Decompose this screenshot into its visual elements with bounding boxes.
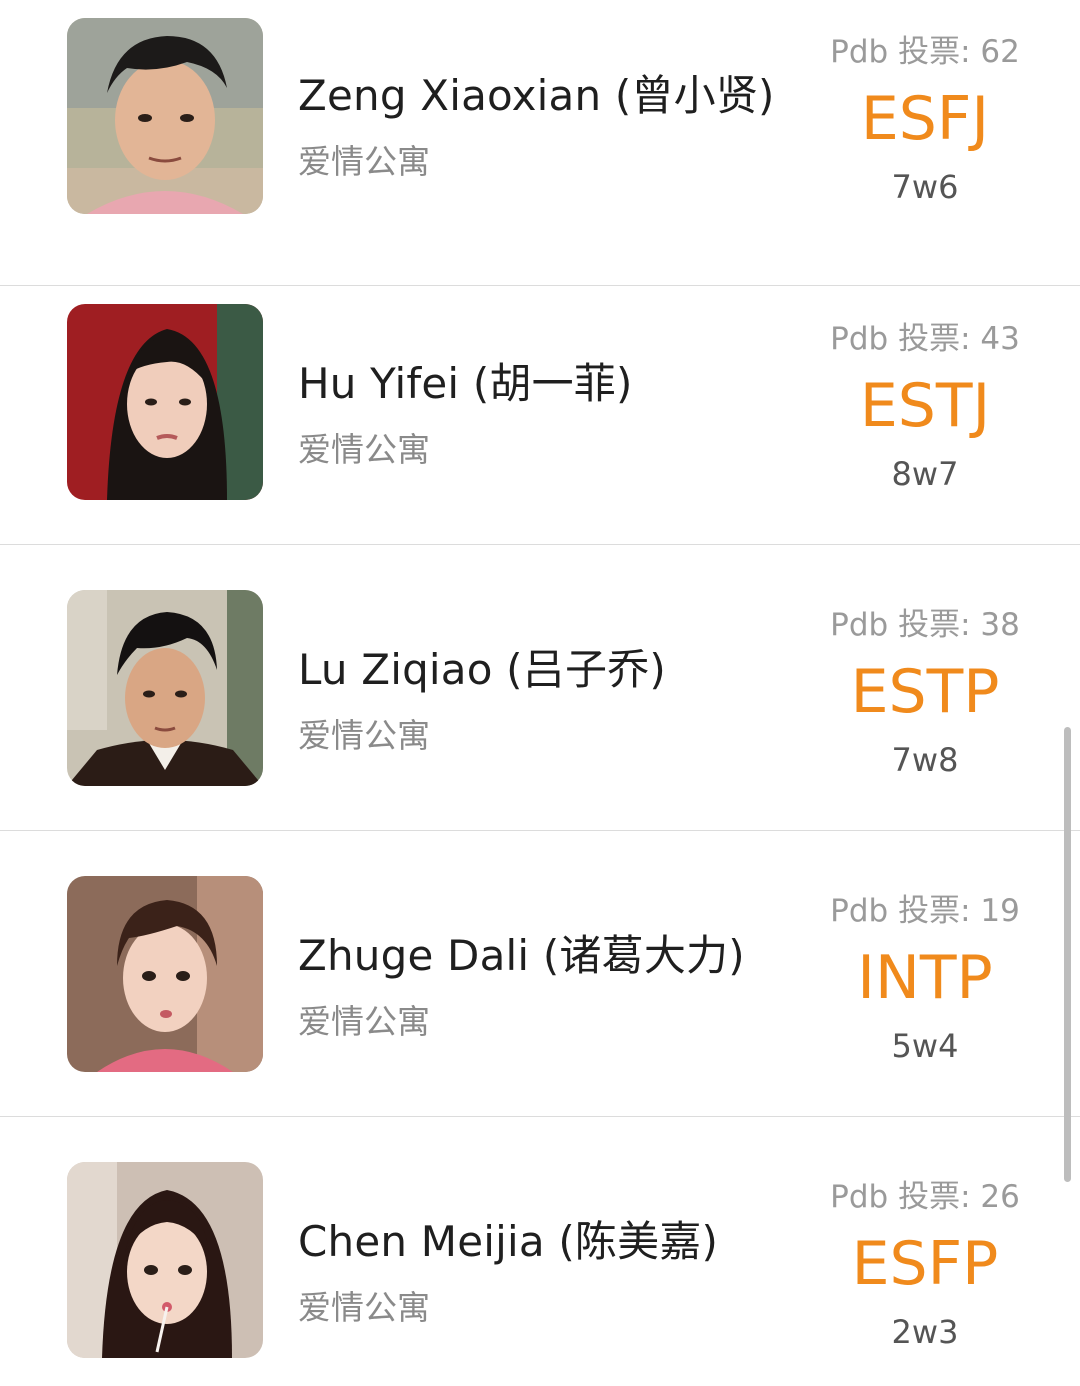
- character-name: Hu Yifei (胡一菲): [298, 359, 633, 408]
- person-photo-avatar-icon: [67, 1162, 263, 1358]
- mbti-type: ESFJ: [860, 84, 990, 154]
- enneagram-type: 8w7: [891, 455, 959, 493]
- vote-count: Pdb 投票: 26: [830, 1179, 1020, 1215]
- person-photo-avatar-icon: [67, 18, 263, 214]
- show-title: 爱情公寓: [298, 1288, 430, 1327]
- mbti-type: ESFP: [851, 1229, 999, 1299]
- avatar: [67, 18, 263, 214]
- avatar: [67, 876, 263, 1072]
- person-photo-avatar-icon: [67, 590, 263, 786]
- person-photo-avatar-icon: [67, 304, 263, 500]
- mbti-type: INTP: [857, 943, 993, 1013]
- show-title: 爱情公寓: [298, 142, 430, 181]
- mbti-type: ESTP: [850, 657, 1000, 727]
- person-photo-avatar-icon: [67, 876, 263, 1072]
- mbti-type: ESTJ: [859, 371, 991, 441]
- show-title: 爱情公寓: [298, 716, 430, 755]
- enneagram-type: 2w3: [891, 1313, 959, 1351]
- character-name: Lu Ziqiao (吕子乔): [298, 645, 666, 694]
- vote-count: Pdb 投票: 38: [830, 607, 1020, 643]
- enneagram-type: 7w6: [891, 168, 959, 206]
- character-row-zhuge-dali[interactable]: Zhuge Dali (诸葛大力) 爱情公寓 Pdb 投票: 19 INTP 5…: [0, 831, 1080, 1117]
- character-name: Zeng Xiaoxian (曾小贤): [298, 71, 775, 120]
- vote-count: Pdb 投票: 43: [830, 321, 1020, 357]
- character-row-lu-ziqiao[interactable]: Lu Ziqiao (吕子乔) 爱情公寓 Pdb 投票: 38 ESTP 7w8: [0, 545, 1080, 831]
- vote-count: Pdb 投票: 19: [830, 893, 1020, 929]
- enneagram-type: 7w8: [891, 741, 959, 779]
- character-name: Zhuge Dali (诸葛大力): [298, 931, 745, 980]
- vertical-scrollbar[interactable]: [1064, 727, 1071, 1182]
- character-row-zeng-xiaoxian[interactable]: Zeng Xiaoxian (曾小贤) 爱情公寓 Pdb 投票: 62 ESFJ…: [0, 0, 1080, 286]
- avatar: [67, 590, 263, 786]
- character-row-chen-meijia[interactable]: Chen Meijia (陈美嘉) 爱情公寓 Pdb 投票: 26 ESFP 2…: [0, 1117, 1080, 1386]
- character-name: Chen Meijia (陈美嘉): [298, 1217, 719, 1266]
- avatar: [67, 304, 263, 500]
- avatar: [67, 1162, 263, 1358]
- vote-count: Pdb 投票: 62: [830, 34, 1020, 70]
- character-row-hu-yifei[interactable]: Hu Yifei (胡一菲) 爱情公寓 Pdb 投票: 43 ESTJ 8w7: [0, 259, 1080, 545]
- show-title: 爱情公寓: [298, 1002, 430, 1041]
- show-title: 爱情公寓: [298, 430, 430, 469]
- enneagram-type: 5w4: [891, 1027, 959, 1065]
